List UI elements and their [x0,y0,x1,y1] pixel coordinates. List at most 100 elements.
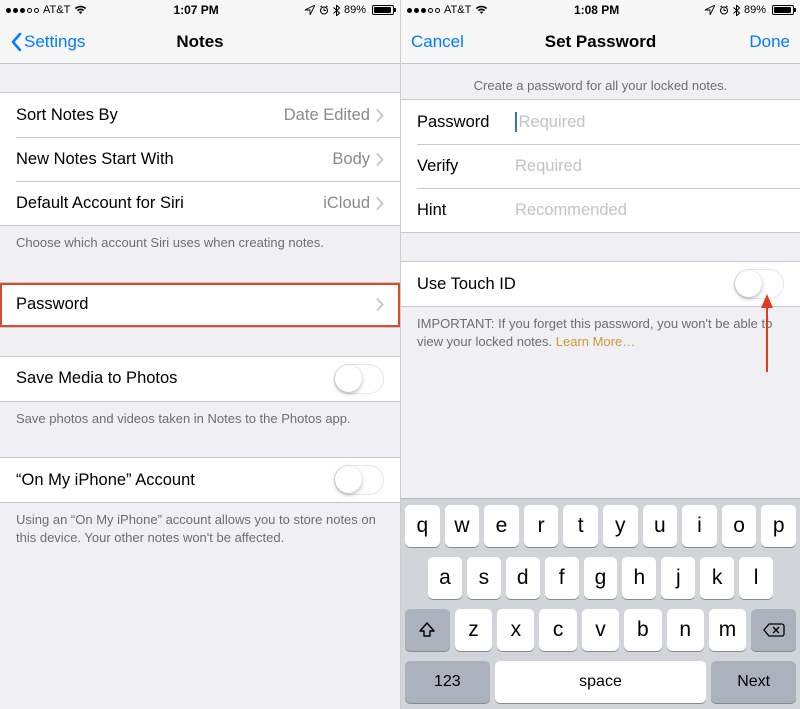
keyboard-row: q w e r t y u i o p [405,505,796,547]
password-input[interactable] [519,113,785,132]
battery-percent-label: 89% [344,4,366,16]
key-next[interactable]: Next [711,661,796,703]
clock-label: 1:07 PM [173,3,218,17]
chevron-left-icon [10,32,22,52]
toggle-on-my-iphone[interactable] [334,465,384,495]
chevron-right-icon [376,109,384,122]
done-label: Done [749,32,790,52]
row-password[interactable]: Password [0,283,400,327]
key-space[interactable]: space [495,661,707,703]
row-new-notes-start[interactable]: New Notes Start With Body [0,137,400,181]
key-m[interactable]: m [709,609,746,651]
carrier-label: AT&T [43,4,70,16]
footer-important: IMPORTANT: If you forget this password, … [401,307,800,362]
bluetooth-icon [733,5,740,16]
toggle-touch-id[interactable] [734,269,784,299]
settings-content[interactable]: Sort Notes By Date Edited New Notes Star… [0,64,400,709]
field-hint[interactable]: Hint [401,188,800,232]
key-g[interactable]: g [584,557,618,599]
field-label: Hint [417,201,515,220]
toggle-save-media[interactable] [334,364,384,394]
keyboard-row: 123 space Next [405,661,796,703]
cancel-button[interactable]: Cancel [411,32,464,52]
key-j[interactable]: j [661,557,695,599]
key-u[interactable]: u [643,505,678,547]
battery-icon [372,5,394,15]
back-label: Settings [24,32,85,52]
row-label: Sort Notes By [16,106,118,125]
cancel-label: Cancel [411,32,464,52]
learn-more-link[interactable]: Learn More… [556,334,635,349]
row-label: New Notes Start With [16,150,174,169]
status-bar: AT&T 1:08 PM 89% [401,0,800,20]
chevron-right-icon [376,197,384,210]
key-e[interactable]: e [484,505,519,547]
done-button[interactable]: Done [749,32,790,52]
key-f[interactable]: f [545,557,579,599]
row-label: “On My iPhone” Account [16,471,195,490]
key-y[interactable]: y [603,505,638,547]
keyboard-row: z x c v b n m [405,609,796,651]
key-o[interactable]: o [722,505,757,547]
field-password[interactable]: Password [401,100,800,144]
key-c[interactable]: c [539,609,576,651]
key-a[interactable]: a [428,557,462,599]
key-t[interactable]: t [563,505,598,547]
key-delete[interactable] [751,609,796,651]
verify-input[interactable] [515,157,784,176]
field-verify[interactable]: Verify [401,144,800,188]
key-h[interactable]: h [622,557,656,599]
phone-left: AT&T 1:07 PM 89% Settings Notes [0,0,400,709]
carrier-label: AT&T [444,4,471,16]
key-i[interactable]: i [682,505,717,547]
back-button[interactable]: Settings [10,32,85,52]
location-icon [305,5,315,15]
header-description: Create a password for all your locked no… [401,64,800,99]
key-shift[interactable] [405,609,450,651]
row-value: Body [332,150,370,169]
phone-right: AT&T 1:08 PM 89% Cancel Set Password Don… [400,0,800,709]
row-default-account-siri[interactable]: Default Account for Siri iCloud [0,181,400,225]
status-bar: AT&T 1:07 PM 89% [0,0,400,20]
row-label: Default Account for Siri [16,194,184,213]
row-value: iCloud [323,194,370,213]
key-z[interactable]: z [455,609,492,651]
field-label: Password [417,113,515,132]
row-use-touch-id[interactable]: Use Touch ID [401,262,800,306]
key-p[interactable]: p [761,505,796,547]
keyboard-row: a s d f g h j k l [405,557,796,599]
footer-siri: Choose which account Siri uses when crea… [0,226,400,264]
key-b[interactable]: b [624,609,661,651]
hint-input[interactable] [515,201,784,220]
key-x[interactable]: x [497,609,534,651]
key-v[interactable]: v [582,609,619,651]
row-save-media[interactable]: Save Media to Photos [0,357,400,401]
key-s[interactable]: s [467,557,501,599]
key-n[interactable]: n [667,609,704,651]
key-l[interactable]: l [739,557,773,599]
row-label: Save Media to Photos [16,369,177,388]
nav-bar: Settings Notes [0,20,400,64]
clock-label: 1:08 PM [574,3,619,17]
signal-dots-icon [407,8,440,13]
bluetooth-icon [333,5,340,16]
wifi-icon [475,5,488,15]
row-value: Date Edited [284,106,370,125]
chevron-right-icon [376,153,384,166]
row-label: Use Touch ID [417,275,516,294]
footer-on-my-iphone: Using an “On My iPhone” account allows y… [0,503,400,558]
key-numbers[interactable]: 123 [405,661,490,703]
battery-percent-label: 89% [744,4,766,16]
key-w[interactable]: w [445,505,480,547]
key-r[interactable]: r [524,505,559,547]
location-icon [705,5,715,15]
key-q[interactable]: q [405,505,440,547]
set-password-content[interactable]: Create a password for all your locked no… [401,64,800,498]
key-d[interactable]: d [506,557,540,599]
row-on-my-iphone[interactable]: “On My iPhone” Account [0,458,400,502]
key-k[interactable]: k [700,557,734,599]
nav-bar: Cancel Set Password Done [401,20,800,64]
footer-media: Save photos and videos taken in Notes to… [0,402,400,440]
battery-icon [772,5,794,15]
row-sort-notes[interactable]: Sort Notes By Date Edited [0,93,400,137]
